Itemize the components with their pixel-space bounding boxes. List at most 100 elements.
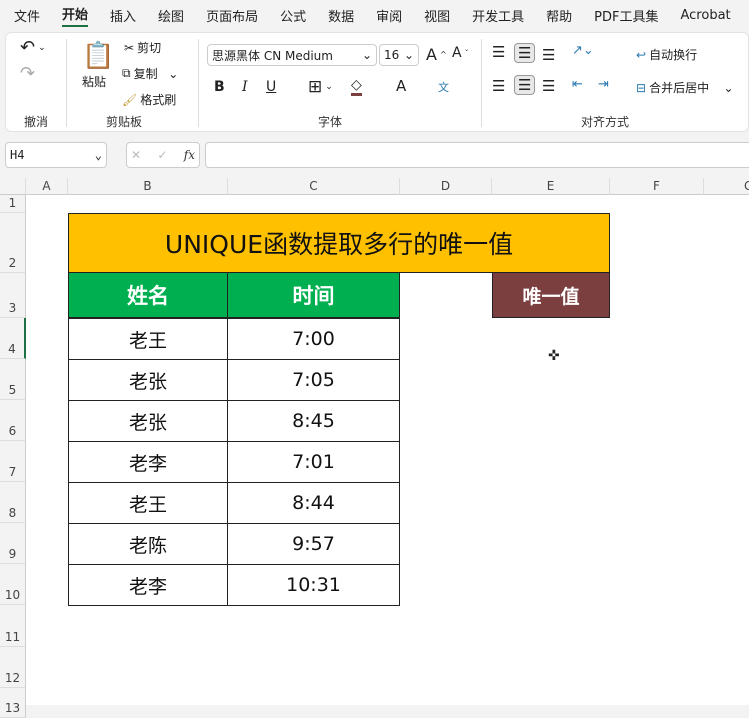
align-bottom-icon[interactable]: ☰ bbox=[542, 46, 555, 64]
bold-button[interactable]: B bbox=[214, 79, 225, 95]
scissors-icon: ✂ bbox=[124, 40, 135, 55]
format-painter-button[interactable]: 🖌 格式刷 bbox=[122, 91, 176, 108]
copy-icon: ⧉ bbox=[122, 66, 131, 80]
cell-time[interactable]: 9:57 bbox=[227, 523, 400, 565]
fill-color-icon[interactable]: ◇ bbox=[351, 77, 362, 96]
cell-name[interactable]: 老张 bbox=[68, 359, 228, 401]
name-box[interactable]: H4 ⌄ bbox=[5, 142, 107, 168]
cell-time[interactable]: 8:45 bbox=[227, 400, 400, 442]
italic-button[interactable]: I bbox=[242, 79, 248, 95]
row-header-4[interactable]: 4 bbox=[0, 318, 26, 359]
cell-name[interactable]: 老王 bbox=[68, 318, 228, 360]
font-color-button[interactable]: A bbox=[396, 77, 406, 95]
copy-label: 复制 bbox=[133, 67, 158, 81]
cell-time[interactable]: 10:31 bbox=[227, 564, 400, 606]
font-group-label: 字体 bbox=[318, 115, 343, 129]
decrease-indent-icon[interactable]: ⇤ bbox=[572, 77, 583, 92]
font-size-value: 16 bbox=[384, 48, 400, 62]
row-header-10[interactable]: 10 bbox=[0, 564, 26, 605]
align-middle-icon[interactable]: ☰ bbox=[514, 43, 536, 63]
align-right-icon[interactable]: ☰ bbox=[542, 77, 555, 95]
column-header-e[interactable]: E bbox=[492, 178, 610, 195]
menu-data[interactable]: 数据 bbox=[328, 6, 354, 25]
row-header-11[interactable]: 11 bbox=[0, 605, 26, 647]
menu-home[interactable]: 开始 bbox=[62, 4, 89, 27]
menu-review[interactable]: 审阅 bbox=[376, 6, 402, 25]
formula-bar: H4 ⌄ ✕ ✓ fx bbox=[0, 142, 749, 170]
wrap-text-button[interactable]: ↩ 自动换行 bbox=[636, 46, 697, 63]
menu-draw[interactable]: 绘图 bbox=[158, 6, 184, 25]
header-unique[interactable]: 唯一值 bbox=[492, 273, 610, 318]
row-header-7[interactable]: 7 bbox=[0, 441, 26, 482]
fx-icon[interactable]: fx bbox=[184, 148, 195, 162]
cut-button[interactable]: ✂ 剪切 bbox=[124, 39, 161, 56]
align-center-icon[interactable]: ☰ bbox=[514, 75, 536, 95]
clipboard-group-label: 剪贴板 bbox=[106, 115, 143, 129]
alignment-group-label: 对齐方式 bbox=[581, 115, 630, 129]
menu-developer[interactable]: 开发工具 bbox=[472, 6, 524, 25]
column-header-c[interactable]: C bbox=[228, 178, 400, 195]
menu-page-layout[interactable]: 页面布局 bbox=[206, 6, 258, 25]
select-all-corner[interactable] bbox=[0, 178, 26, 195]
orientation-icon[interactable]: ↗⌄ bbox=[572, 43, 594, 58]
brush-icon: 🖌 bbox=[122, 92, 138, 107]
row-header-2[interactable]: 2 bbox=[0, 213, 26, 273]
copy-button[interactable]: ⧉ 复制 ⌄ bbox=[122, 65, 178, 82]
column-header-b[interactable]: B bbox=[68, 178, 228, 195]
row-header-12[interactable]: 12 bbox=[0, 647, 26, 688]
title-cell[interactable]: UNIQUE函数提取多行的唯一值 bbox=[68, 213, 610, 273]
align-top-icon[interactable]: ☰ bbox=[492, 43, 505, 61]
cancel-icon[interactable]: ✕ bbox=[131, 148, 141, 162]
row-header-3[interactable]: 3 bbox=[0, 273, 26, 318]
column-header-f[interactable]: F bbox=[610, 178, 704, 195]
row-header-6[interactable]: 6 bbox=[0, 400, 26, 441]
cell-time[interactable]: 7:00 bbox=[227, 318, 400, 360]
cell-name[interactable]: 老李 bbox=[68, 564, 228, 606]
cell-time[interactable]: 8:44 bbox=[227, 482, 400, 524]
enter-icon[interactable]: ✓ bbox=[157, 148, 167, 162]
cell-name[interactable]: 老王 bbox=[68, 482, 228, 524]
cell-name[interactable]: 老陈 bbox=[68, 523, 228, 565]
formula-input[interactable] bbox=[205, 142, 749, 168]
font-size-select[interactable]: 16 ⌄ bbox=[379, 44, 419, 66]
menu-insert[interactable]: 插入 bbox=[110, 6, 136, 25]
row-header-9[interactable]: 9 bbox=[0, 523, 26, 564]
align-left-icon[interactable]: ☰ bbox=[492, 77, 505, 95]
menu-acrobat[interactable]: Acrobat bbox=[681, 8, 731, 23]
cell-name[interactable]: 老李 bbox=[68, 441, 228, 483]
row-header-13[interactable]: 13 bbox=[0, 688, 26, 718]
cell-time[interactable]: 7:01 bbox=[227, 441, 400, 483]
menu-formulas[interactable]: 公式 bbox=[280, 6, 306, 25]
font-name-select[interactable]: 思源黑体 CN Medium ⌄ bbox=[207, 44, 377, 66]
increase-indent-icon[interactable]: ⇥ bbox=[598, 77, 609, 92]
paste-icon[interactable]: 📋 bbox=[82, 41, 114, 71]
row-header-8[interactable]: 8 bbox=[0, 482, 26, 523]
undo-icon[interactable]: ↶ ⌄ bbox=[20, 37, 46, 58]
column-header-a[interactable]: A bbox=[26, 178, 68, 195]
underline-button[interactable]: U bbox=[266, 79, 276, 95]
menu-view[interactable]: 视图 bbox=[424, 6, 450, 25]
cell-time[interactable]: 7:05 bbox=[227, 359, 400, 401]
cell-name[interactable]: 老张 bbox=[68, 400, 228, 442]
row-header-5[interactable]: 5 bbox=[0, 359, 26, 400]
borders-icon[interactable]: ⊞ ⌄ bbox=[308, 77, 333, 97]
menu-pdf-tools[interactable]: PDF工具集 bbox=[594, 6, 658, 25]
spreadsheet-grid[interactable]: A B C D E F G 1 2 3 4 5 6 7 8 9 10 11 12… bbox=[0, 178, 749, 718]
increase-font-icon[interactable]: A ^ bbox=[426, 45, 447, 64]
column-header-g[interactable]: G bbox=[704, 178, 749, 195]
wrap-label: 自动换行 bbox=[649, 48, 698, 62]
header-time[interactable]: 时间 bbox=[227, 273, 400, 318]
decrease-font-icon[interactable]: Aˇ bbox=[452, 45, 469, 61]
menu-file[interactable]: 文件 bbox=[14, 6, 40, 25]
menu-help[interactable]: 帮助 bbox=[546, 6, 572, 25]
row-header-1[interactable]: 1 bbox=[0, 195, 26, 213]
paste-button[interactable]: 粘贴 bbox=[82, 73, 106, 90]
formula-buttons: ✕ ✓ fx bbox=[126, 142, 200, 168]
header-name[interactable]: 姓名 bbox=[68, 273, 228, 318]
redo-icon[interactable]: ↷ bbox=[20, 63, 35, 84]
column-header-d[interactable]: D bbox=[400, 178, 492, 195]
phonetic-icon[interactable]: 文 bbox=[438, 79, 449, 95]
merge-center-button[interactable]: ⊟ 合并后居中 ⌄ bbox=[636, 79, 734, 96]
merge-label: 合并后居中 bbox=[649, 81, 710, 95]
cut-label: 剪切 bbox=[137, 41, 162, 55]
